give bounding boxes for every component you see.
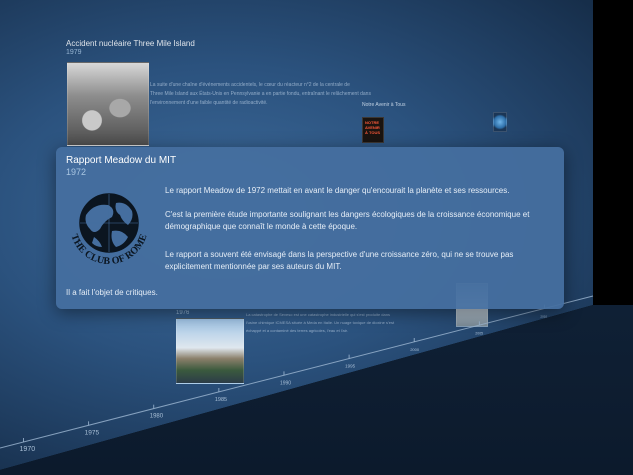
timeline-tick-label: 1975 [85,429,100,436]
card-year: 1972 [66,167,87,177]
tick-group: 1970 1975 1980 1985 1990 1995 2000 2005 2010 [20,304,547,453]
timeline-tick-label: 1980 [150,414,164,420]
card-paragraph-4: Il a fait l'objet de critiques. [66,288,158,297]
timeline-tick-label: 1970 [20,446,36,453]
timeline-tick-label: 2010 [540,315,547,319]
card-paragraph-1: Le rapport Meadow de 1972 mettait en ava… [165,186,510,195]
timeline-tick-label: 2000 [410,347,420,352]
card-paragraph-2: C'est la première étude importante souli… [165,210,530,232]
club-of-rome-logo: THE CLUB OF ROME [68,193,150,267]
timeline-tick-label: 1995 [345,364,356,369]
timeline-tick-label: 2005 [475,331,483,335]
card-title: Rapport Meadow du MIT [66,155,177,166]
timeline-tick-label: 1990 [280,380,291,386]
timeline-tick-label: 1985 [215,397,227,403]
event-card[interactable]: Rapport Meadow du MIT 1972 THE CLUB OF R… [56,147,564,309]
card-paragraph-3: Le rapport a souvent été envisagé dans l… [165,250,514,272]
